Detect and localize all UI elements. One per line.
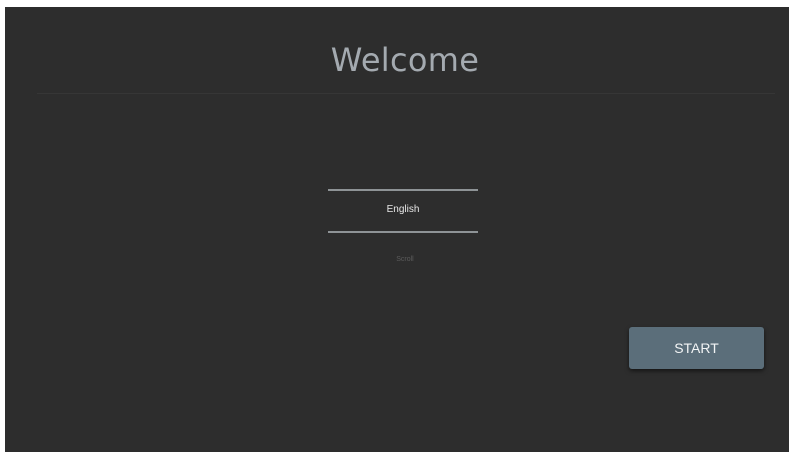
picker-hint-text: Scroll (396, 256, 414, 263)
welcome-title: Welcome (330, 41, 480, 79)
setup-screen: Welcome English Scroll START (5, 7, 789, 452)
start-button[interactable]: START (629, 327, 764, 369)
title-divider (37, 93, 775, 94)
picker-top-divider (328, 189, 478, 191)
language-picker[interactable]: English (328, 183, 478, 239)
picker-bottom-divider (328, 231, 478, 233)
language-selected-value[interactable]: English (328, 204, 478, 215)
